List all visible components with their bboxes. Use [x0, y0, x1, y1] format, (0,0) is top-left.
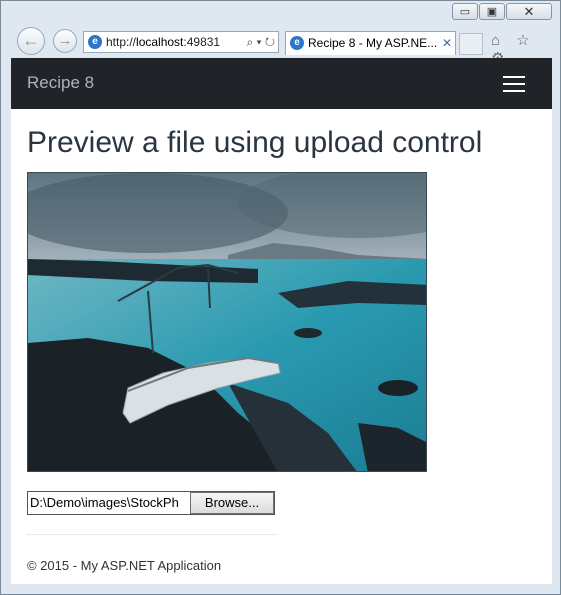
ie-tab-icon: e — [290, 36, 304, 50]
footer-divider — [27, 534, 277, 535]
file-path-field[interactable]: D:\Demo\images\StockPh — [28, 492, 192, 514]
ie-page-icon: e — [88, 35, 102, 49]
tab-title: Recipe 8 - My ASP.NE... — [308, 36, 438, 50]
browse-button[interactable]: Browse... — [190, 492, 274, 514]
app-navbar: Recipe 8 — [11, 58, 552, 109]
title-bar: ▭ ▣ ✕ — [1, 1, 560, 23]
url-text: http://localhost:49831 — [106, 35, 221, 49]
browser-window: ▭ ▣ ✕ ← → e http://localhost:49831 ⌕ ▾ ↻ … — [0, 0, 561, 595]
preview-image — [27, 172, 427, 472]
browser-nav-bar: ← → e http://localhost:49831 ⌕ ▾ ↻ e Recip… — [1, 25, 560, 67]
hamburger-menu-icon[interactable] — [503, 76, 525, 92]
page-title: Preview a file using upload control — [27, 126, 483, 159]
tab-close-icon[interactable]: ✕ — [442, 32, 452, 54]
maximize-button[interactable]: ▣ — [479, 3, 505, 20]
browser-tab[interactable]: e Recipe 8 - My ASP.NE... ✕ — [285, 31, 456, 55]
file-upload-control[interactable]: D:\Demo\images\StockPh Browse... — [27, 491, 275, 515]
address-tools-icons[interactable]: ⌕ ▾ ↻ — [246, 32, 275, 52]
minimize-button[interactable]: ▭ — [452, 3, 478, 20]
brand-link[interactable]: Recipe 8 — [27, 73, 94, 93]
footer-text: © 2015 - My ASP.NET Application — [27, 558, 222, 573]
new-tab-button[interactable] — [459, 33, 483, 55]
forward-button[interactable]: → — [53, 29, 77, 53]
close-window-button[interactable]: ✕ — [506, 3, 552, 20]
page-viewport: Recipe 8 Preview a file using upload con… — [11, 58, 552, 584]
address-bar[interactable]: e http://localhost:49831 ⌕ ▾ ↻ — [83, 31, 279, 53]
back-button[interactable]: ← — [17, 27, 45, 55]
